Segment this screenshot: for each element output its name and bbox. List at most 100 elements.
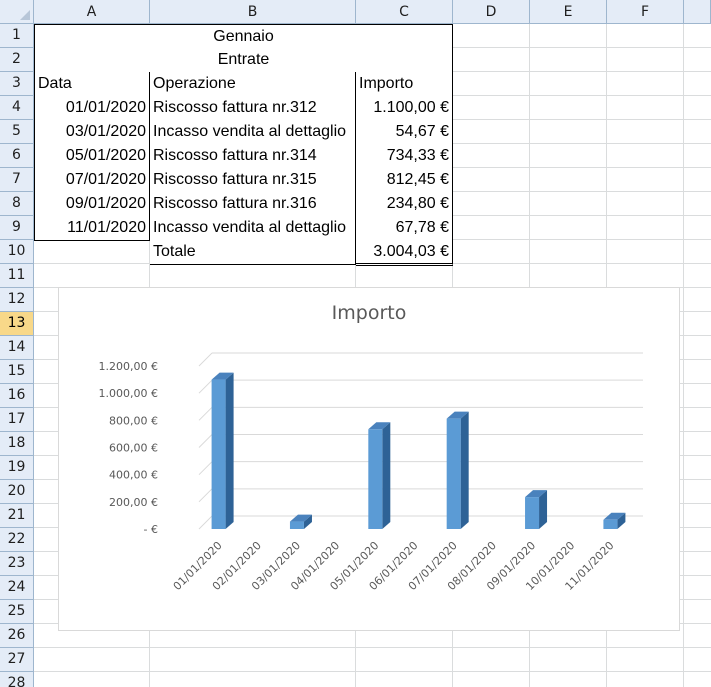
gridline-depth [198, 434, 213, 448]
column-header-g[interactable] [684, 0, 711, 24]
gridline-depth [198, 515, 213, 530]
cell-amount[interactable]: 67,78 € [356, 216, 453, 241]
bar-front [289, 521, 304, 529]
row-header-18[interactable]: 18 [0, 432, 34, 456]
cell-amount[interactable]: 734,33 € [356, 144, 453, 169]
row-header-11[interactable]: 11 [0, 264, 34, 288]
bar-front [525, 497, 540, 529]
row-header-9[interactable]: 9 [0, 216, 34, 240]
row-header-16[interactable]: 16 [0, 384, 34, 408]
gridline-depth [198, 352, 213, 367]
cell-total-value[interactable]: 3.004,03 € [356, 240, 453, 266]
row-header-26[interactable]: 26 [0, 624, 34, 648]
gridline-depth [198, 461, 213, 476]
chart-gridlines [198, 352, 643, 530]
chart-bars [211, 372, 626, 529]
row-header-12[interactable]: 12 [0, 288, 34, 312]
bar-side [460, 411, 469, 529]
column-header-f[interactable]: F [607, 0, 684, 24]
gridline-horizontal [34, 647, 711, 648]
cell-amount[interactable]: 54,67 € [356, 120, 453, 145]
row-header-13[interactable]: 13 [0, 312, 34, 336]
cell-operation[interactable]: Riscosso fattura nr.312 [150, 96, 356, 121]
column-header-c[interactable]: C [356, 0, 453, 24]
chart-canvas: Importo - € 200,00 € 400,00 € 600,00 € 800,0… [99, 302, 643, 593]
row-header-25[interactable]: 25 [0, 600, 34, 624]
select-all-triangle-icon [20, 10, 30, 20]
cell-subtitle[interactable]: Entrate [34, 48, 453, 73]
chart-bar [211, 372, 234, 529]
row-header-7[interactable]: 7 [0, 168, 34, 192]
cell-date[interactable]: 03/01/2020 [34, 120, 150, 145]
row-header-4[interactable]: 4 [0, 96, 34, 120]
row-header-22[interactable]: 22 [0, 528, 34, 552]
column-header-d[interactable]: D [453, 0, 530, 24]
cell-date[interactable]: 07/01/2020 [34, 168, 150, 193]
row-header-8[interactable]: 8 [0, 192, 34, 216]
row-header-15[interactable]: 15 [0, 360, 34, 384]
cell-total-label[interactable]: Totale [150, 240, 356, 265]
row-header-23[interactable]: 23 [0, 552, 34, 576]
chart-importo[interactable]: Importo - € 200,00 € 400,00 € 600,00 € 800,0… [58, 287, 680, 631]
cell-operation[interactable]: Riscosso fattura nr.314 [150, 144, 356, 169]
row-header-6[interactable]: 6 [0, 144, 34, 168]
row-header-3[interactable]: 3 [0, 72, 34, 96]
spreadsheet: ABCDEF 1 2 3 4 5 6 7 8 9 10 11 12 13 14 15 16 17 18 19 20 21… [0, 0, 711, 687]
row-header-24[interactable]: 24 [0, 576, 34, 600]
header-date[interactable]: Data [34, 72, 150, 97]
row-header-28[interactable]: 28 [0, 672, 34, 687]
row-header-14[interactable]: 14 [0, 336, 34, 360]
cell-date[interactable]: 11/01/2020 [34, 216, 150, 241]
cell-operation[interactable]: Incasso vendita al dettaglio [150, 120, 356, 145]
cell-amount[interactable]: 1.100,00 € [356, 96, 453, 121]
y-tick-label: 800,00 € [109, 414, 158, 427]
bar-side [382, 422, 391, 529]
chart-bar [446, 411, 469, 529]
row-header-27[interactable]: 27 [0, 648, 34, 672]
column-header-e[interactable]: E [530, 0, 607, 24]
row-header-20[interactable]: 20 [0, 480, 34, 504]
bar-front [446, 418, 461, 529]
y-tick-label: 1.000,00 € [99, 387, 158, 400]
bar-front [368, 429, 383, 529]
cell-date[interactable]: 09/01/2020 [34, 192, 150, 217]
row-header-2[interactable]: 2 [0, 48, 34, 72]
chart-bar [603, 512, 626, 529]
row-header-5[interactable]: 5 [0, 120, 34, 144]
chart-bar [368, 422, 391, 529]
chart-title: Importo [332, 302, 407, 324]
cell-amount[interactable]: 812,45 € [356, 168, 453, 193]
gridline-depth [198, 406, 213, 421]
y-tick-label: 600,00 € [109, 442, 158, 455]
row-header-1[interactable]: 1 [0, 24, 34, 48]
bar-front [211, 379, 226, 529]
row-header-19[interactable]: 19 [0, 456, 34, 480]
chart-y-axis: - € 200,00 € 400,00 € 600,00 € 800,00 € 1.000… [99, 360, 158, 536]
row-header-21[interactable]: 21 [0, 504, 34, 528]
y-tick-label: 1.200,00 € [99, 360, 158, 373]
cell-date[interactable]: 01/01/2020 [34, 96, 150, 121]
cell-operation[interactable]: Incasso vendita al dettaglio [150, 216, 356, 241]
chart-bar [289, 514, 312, 529]
cell-title[interactable]: Gennaio [34, 24, 453, 49]
cell-date[interactable]: 05/01/2020 [34, 144, 150, 169]
cell-amount[interactable]: 234,80 € [356, 192, 453, 217]
header-operation[interactable]: Operazione [150, 72, 356, 97]
gridline-vertical [683, 24, 684, 687]
column-header-b[interactable]: B [150, 0, 356, 24]
chart-bar [525, 490, 548, 529]
select-all-corner[interactable] [0, 0, 34, 24]
cell-operation[interactable]: Riscosso fattura nr.315 [150, 168, 356, 193]
column-header-a[interactable]: A [34, 0, 150, 24]
chart-x-axis: 01/01/202002/01/202003/01/202004/01/2020… [171, 539, 617, 593]
y-tick-label: - € [144, 523, 158, 536]
y-tick-label: 400,00 € [109, 469, 158, 482]
header-amount[interactable]: Importo [356, 72, 453, 97]
row-header-17[interactable]: 17 [0, 408, 34, 432]
bar-side [225, 372, 234, 529]
row-header-10[interactable]: 10 [0, 240, 34, 264]
cell-operation[interactable]: Riscosso fattura nr.316 [150, 192, 356, 217]
bar-front [603, 519, 618, 529]
gridline-depth [198, 379, 213, 394]
y-tick-label: 200,00 € [109, 496, 158, 509]
